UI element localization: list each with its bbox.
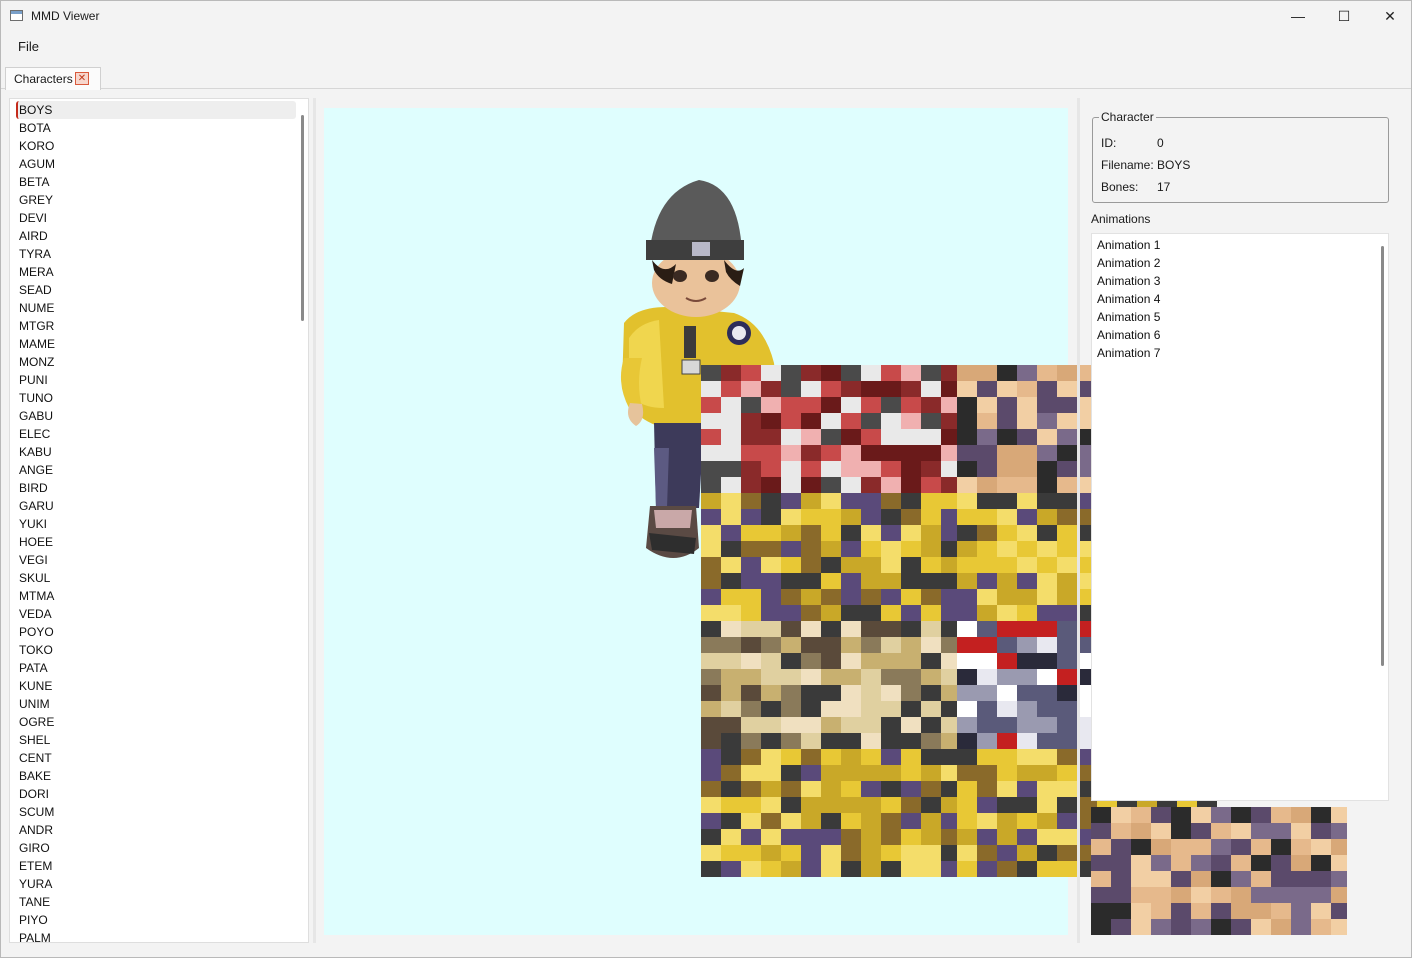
list-item[interactable]: BAKE (16, 767, 296, 785)
list-item[interactable]: CENT (16, 749, 296, 767)
filename-label: Filename: (1101, 158, 1154, 172)
character-list-scrollbar[interactable] (301, 115, 304, 321)
id-label: ID: (1101, 136, 1117, 150)
list-item[interactable]: KUNE (16, 677, 296, 695)
list-item[interactable]: MONZ (16, 353, 296, 371)
animation-item[interactable]: Animation 7 (1092, 344, 1372, 362)
list-item[interactable]: OGRE (16, 713, 296, 731)
minimize-icon: — (1291, 8, 1305, 24)
list-item[interactable]: GREY (16, 191, 296, 209)
animation-item[interactable]: Animation 4 (1092, 290, 1372, 308)
app-icon (10, 10, 23, 21)
list-item[interactable]: MTMA (16, 587, 296, 605)
list-item[interactable]: TOKO (16, 641, 296, 659)
list-item[interactable]: VEGI (16, 551, 296, 569)
list-item[interactable]: DORI (16, 785, 296, 803)
list-item[interactable]: SEAD (16, 281, 296, 299)
list-item[interactable]: POYO (16, 623, 296, 641)
animations-label: Animations (1091, 212, 1151, 226)
maximize-button[interactable]: ☐ (1321, 1, 1367, 31)
right-splitter[interactable] (1077, 98, 1080, 943)
list-item[interactable]: MAME (16, 335, 296, 353)
maximize-icon: ☐ (1337, 7, 1351, 24)
animation-item[interactable]: Animation 3 (1092, 272, 1372, 290)
list-item[interactable]: KORO (16, 137, 296, 155)
list-item[interactable]: ELEC (16, 425, 296, 443)
window-title: MMD Viewer (31, 9, 100, 23)
list-item[interactable]: KABU (16, 443, 296, 461)
animation-item[interactable]: Animation 1 (1092, 236, 1372, 254)
filename-value: BOYS (1157, 158, 1191, 172)
list-item[interactable]: HOEE (16, 533, 296, 551)
list-item[interactable]: DEVI (16, 209, 296, 227)
list-item[interactable]: ANDR (16, 821, 296, 839)
title-bar[interactable]: MMD Viewer — ☐ ✕ (1, 1, 1411, 31)
list-item[interactable]: YURA (16, 875, 296, 893)
list-item[interactable]: YUKI (16, 515, 296, 533)
tab-characters[interactable]: Characters ✕ (5, 67, 101, 90)
list-item[interactable]: VEDA (16, 605, 296, 623)
list-item[interactable]: SKUL (16, 569, 296, 587)
list-item[interactable]: MTGR (16, 317, 296, 335)
close-icon: ✕ (1384, 7, 1396, 24)
bones-label: Bones: (1101, 180, 1139, 194)
list-item[interactable]: NUME (16, 299, 296, 317)
list-item[interactable]: PIYO (16, 911, 296, 929)
animations-list-scrollbar[interactable] (1381, 246, 1384, 666)
list-item[interactable]: GABU (16, 407, 296, 425)
bones-value: 17 (1157, 180, 1171, 194)
id-value: 0 (1157, 136, 1164, 150)
list-item[interactable]: BOYS (16, 101, 296, 119)
tab-close-icon[interactable]: ✕ (75, 72, 89, 85)
list-item[interactable]: BETA (16, 173, 296, 191)
list-item[interactable]: TUNO (16, 389, 296, 407)
list-item[interactable]: SHEL (16, 731, 296, 749)
tab-label: Characters (14, 72, 73, 86)
character-list-panel: BOYS BOTA KORO AGUM BETA GREY DEVI AIRD TYRA MERA… (9, 98, 309, 943)
list-item[interactable]: TYRA (16, 245, 296, 263)
list-item[interactable]: SCUM (16, 803, 296, 821)
list-item[interactable]: BIRD (16, 479, 296, 497)
menu-file[interactable]: File (18, 39, 39, 54)
list-item[interactable]: PALM (16, 929, 296, 942)
list-item[interactable]: TANE (16, 893, 296, 911)
list-item[interactable]: GIRO (16, 839, 296, 857)
texture-atlas-extra (1091, 807, 1347, 935)
main-window: MMD Viewer — ☐ ✕ File Characters ✕ BOYS B… (0, 0, 1412, 958)
tab-bar: Characters ✕ (1, 65, 1411, 90)
list-item[interactable]: MERA (16, 263, 296, 281)
list-item[interactable]: ANGE (16, 461, 296, 479)
minimize-button[interactable]: — (1275, 1, 1321, 31)
close-button[interactable]: ✕ (1367, 1, 1412, 31)
list-item[interactable]: AGUM (16, 155, 296, 173)
list-item[interactable]: PUNI (16, 371, 296, 389)
animation-item[interactable]: Animation 6 (1092, 326, 1372, 344)
character-group-title: Character (1099, 110, 1156, 124)
list-item[interactable]: UNIM (16, 695, 296, 713)
animation-item[interactable]: Animation 5 (1092, 308, 1372, 326)
list-item[interactable]: GARU (16, 497, 296, 515)
list-item[interactable]: PATA (16, 659, 296, 677)
list-item[interactable]: AIRD (16, 227, 296, 245)
character-list[interactable]: BOYS BOTA KORO AGUM BETA GREY DEVI AIRD TYRA MERA… (16, 101, 296, 942)
animation-item[interactable]: Animation 2 (1092, 254, 1372, 272)
list-item[interactable]: ETEM (16, 857, 296, 875)
animations-list[interactable]: Animation 1 Animation 2 Animation 3 Animati… (1091, 233, 1389, 801)
list-item[interactable]: BOTA (16, 119, 296, 137)
